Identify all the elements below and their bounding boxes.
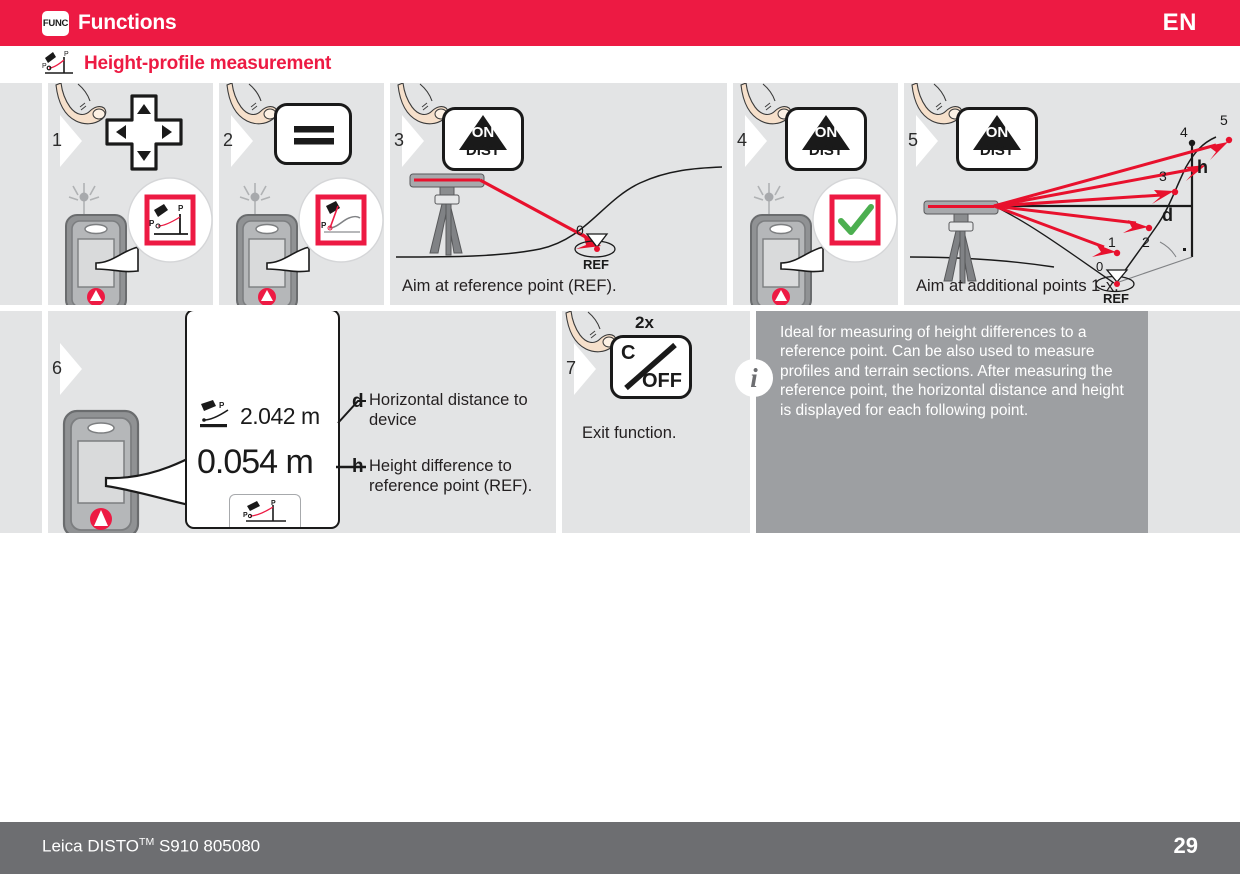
svg-text:P: P [42, 63, 47, 70]
display-row-height: 0.054 m [197, 443, 314, 482]
footer-product-name: Leica DISTO [42, 836, 140, 856]
footer-product-model: S910 805080 [154, 836, 261, 856]
step-caption: Aim at additional points 1-x. [916, 277, 1119, 295]
svg-text:d: d [1162, 205, 1173, 225]
header-title-group: FUNC Functions [42, 0, 177, 46]
page-footer: Leica DISTOTM S910 805080 29 [0, 822, 1240, 874]
footer-trademark-symbol: TM [139, 836, 155, 848]
legend-text-h: Height difference to reference point (RE… [369, 457, 533, 495]
magnified-screen [811, 176, 898, 269]
svg-text:P: P [271, 500, 276, 507]
multi-point-profile-diagram: 0 1 2 3 4 5 h d REF [904, 105, 1240, 305]
func-key-icon: FUNC [42, 10, 69, 36]
step-panel-1: 1 P P [48, 83, 213, 305]
step-panel-4: 4 ON DIST [733, 83, 898, 305]
step-panel-3: 3 ON DIST 0 REF Aim at reference point (… [390, 83, 727, 305]
svg-text:P: P [219, 401, 225, 410]
section-heading: P P Height-profile measurement [42, 46, 331, 82]
svg-text:1: 1 [1108, 234, 1116, 250]
step-panel-7: 7 2x C OFF Exit function. [562, 311, 750, 533]
step-panel-5: 5 ON DIST 0 1 2 3 4 5 h d REF Aim at add… [904, 83, 1240, 305]
row-left-margin [0, 311, 42, 533]
height-value: 0.054 m [197, 443, 314, 481]
display-row-distance: P 2.042 m [197, 399, 320, 434]
legend-symbol-d: d [352, 391, 364, 412]
page-header: FUNC Functions EN [0, 0, 1240, 46]
svg-text:5: 5 [1220, 112, 1228, 128]
step-panel-6: 6 P 2.042 m 0.054 m P P d Horizontal dis… [48, 311, 556, 533]
equals-key[interactable] [274, 103, 352, 165]
step-panel-2: 2 P [219, 83, 384, 305]
legend-text-d: Horizontal distance to device [369, 391, 528, 429]
step-number: 6 [51, 358, 62, 378]
row-left-margin [0, 83, 42, 305]
info-icon: i [735, 359, 773, 397]
svg-text:0: 0 [576, 222, 584, 238]
svg-text:2: 2 [1142, 234, 1150, 250]
on-dist-key-label-top: ON [814, 124, 838, 141]
info-panel: Ideal for measuring of height difference… [756, 311, 1148, 533]
press-count-label: 2x [635, 313, 654, 332]
aim-reference-diagram: 0 REF [390, 161, 727, 276]
svg-text:P: P [321, 221, 327, 230]
page-title: Functions [78, 11, 177, 34]
horizontal-distance-icon: P [197, 399, 233, 434]
display-function-tab: P P [229, 494, 301, 527]
steps-row-bottom: 6 P 2.042 m 0.054 m P P d Horizontal dis… [0, 311, 1240, 533]
svg-text:h: h [1197, 157, 1208, 177]
step-chevron-icon [60, 343, 82, 395]
svg-text:REF: REF [583, 257, 609, 271]
navigation-pad-key[interactable] [104, 93, 184, 178]
svg-text:0: 0 [1096, 259, 1103, 274]
info-text: Ideal for measuring of height difference… [780, 324, 1124, 419]
svg-text:P: P [178, 204, 184, 213]
section-heading-label: Height-profile measurement [84, 53, 332, 74]
on-dist-key[interactable]: ON DIST [785, 107, 867, 171]
off-key-label: OFF [642, 370, 682, 392]
device-display: P 2.042 m 0.054 m P P [185, 311, 340, 529]
steps-row-top: 1 P P 2 P 3 ON DIST 0 REF Aim at referen… [0, 83, 1240, 305]
step-caption: Exit function. [582, 424, 677, 442]
page-number: 29 [1173, 833, 1198, 858]
legend-symbol-h: h [352, 456, 364, 477]
clear-off-key[interactable]: C OFF [610, 335, 692, 399]
distance-value: 2.042 m [240, 403, 320, 429]
on-dist-key-label-bottom: DIST [465, 142, 501, 159]
magnified-screen: P [297, 176, 384, 269]
language-indicator: EN [1162, 9, 1197, 36]
clear-key-label: C [621, 342, 636, 364]
footer-product-label: Leica DISTOTM S910 805080 [42, 836, 260, 857]
svg-text:4: 4 [1180, 124, 1188, 140]
on-dist-key-label-top: ON [471, 124, 495, 141]
magnified-screen: P P [126, 176, 213, 269]
info-divider [750, 311, 756, 533]
svg-text:3: 3 [1159, 168, 1167, 184]
svg-text:P: P [243, 512, 248, 519]
height-profile-icon: P P [42, 49, 74, 80]
on-dist-key-label-bottom: DIST [808, 142, 844, 159]
svg-text:P: P [64, 51, 69, 58]
step-caption: Aim at reference point (REF). [402, 277, 617, 295]
row-right-margin [1148, 311, 1240, 533]
svg-text:P: P [149, 219, 155, 228]
